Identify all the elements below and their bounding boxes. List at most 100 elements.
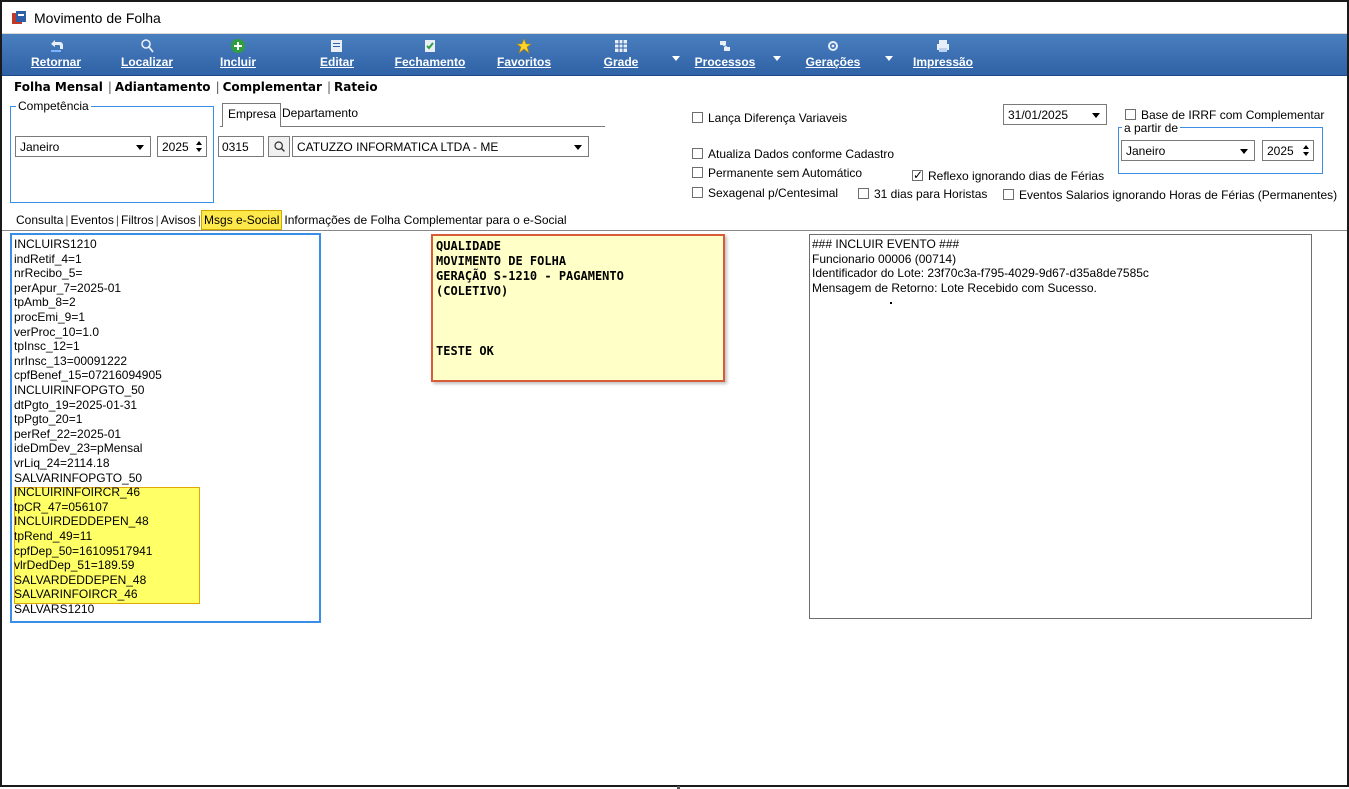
list-item[interactable]: dtPgto_19=2025-01-31: [14, 398, 137, 413]
list-item[interactable]: cpfDep_50=16109517941: [14, 544, 152, 559]
list-item[interactable]: INCLUIRINFOPGTO_50: [14, 383, 144, 398]
main-tabs: Folha Mensal | Adiantamento | Complementar | R…: [14, 80, 380, 100]
fechamento-button[interactable]: Fechamento: [388, 34, 472, 76]
sexagenal-checkbox[interactable]: Sexagenal p/Centesimal: [692, 186, 838, 200]
spin-down-icon[interactable]: [196, 148, 202, 152]
checkbox-box: [858, 188, 869, 199]
msgs-esocial-list[interactable]: INCLUIRS1210 indRetif_4=1 nrRecibo_5= perAp…: [10, 233, 321, 623]
printer-icon: [937, 40, 949, 52]
list-item[interactable]: tpRend_49=11: [14, 529, 92, 544]
sub-tabs: Consulta | Eventos | Filtros | Avisos | Msgs e-S…: [14, 210, 569, 230]
localizar-button[interactable]: Localizar: [114, 34, 180, 76]
list-item[interactable]: SALVARINFOIRCR_46: [14, 587, 138, 602]
note-line: [436, 299, 720, 314]
atualiza-dados-checkbox[interactable]: Atualiza Dados conforme Cadastro: [692, 147, 894, 161]
permanente-checkbox[interactable]: Permanente sem Automático: [692, 166, 862, 180]
checkbox-box: [692, 187, 703, 198]
lanca-diferenca-checkbox[interactable]: Lança Diferença Variaveis: [692, 111, 847, 125]
tab-folha-mensal[interactable]: Folha Mensal: [14, 80, 103, 94]
favoritos-button[interactable]: Favoritos: [492, 34, 556, 76]
list-item[interactable]: INCLUIRS1210: [14, 237, 97, 252]
reflexo-checkbox[interactable]: Reflexo ignorando dias de Férias: [912, 168, 1104, 183]
empresa-name-select[interactable]: CATUZZO INFORMATICA LTDA - ME: [292, 136, 589, 157]
list-item[interactable]: vrLiq_24=2114.18: [14, 456, 110, 471]
competencia-year-spinner[interactable]: 2025: [157, 136, 207, 157]
note-line: MOVIMENTO DE FOLHA: [436, 254, 567, 268]
list-item[interactable]: INCLUIRINFOIRCR_46: [14, 485, 140, 500]
search-icon: [141, 39, 154, 53]
a-partir-year-spinner[interactable]: 2025: [1262, 140, 1314, 161]
search-icon: [274, 141, 285, 152]
tab-filtros[interactable]: Filtros: [119, 211, 156, 229]
title-bar: Movimento de Folha: [2, 2, 1347, 34]
tab-departamento[interactable]: Departamento: [282, 106, 358, 120]
tab-avisos[interactable]: Avisos: [159, 211, 198, 229]
dias31-checkbox[interactable]: 31 dias para Horistas: [858, 187, 987, 201]
date-select[interactable]: 31/01/2025: [1003, 104, 1107, 125]
edit-icon: [331, 40, 342, 52]
empresa-code-field[interactable]: 0315: [218, 136, 264, 157]
tab-info-folha-complementar[interactable]: Informações de Folha Complementar para o…: [282, 211, 568, 229]
tab-complementar[interactable]: Complementar: [223, 80, 322, 94]
list-item[interactable]: indRetif_4=1: [14, 252, 82, 267]
list-item[interactable]: verProc_10=1.0: [14, 325, 99, 340]
list-item[interactable]: tpPgto_20=1: [14, 412, 82, 427]
tab-rateio[interactable]: Rateio: [334, 80, 378, 94]
a-partir-month-select[interactable]: Janeiro: [1121, 140, 1255, 161]
window-title: Movimento de Folha: [34, 10, 161, 26]
app-icon: [12, 11, 26, 24]
note-lines: QUALIDADE MOVIMENTO DE FOLHA GERAÇÃO S-121…: [436, 239, 720, 359]
processos-button[interactable]: Processos: [690, 34, 760, 76]
list-item[interactable]: cpfBenef_15=07216094905: [14, 368, 162, 383]
retornar-button[interactable]: Retornar: [24, 34, 88, 76]
list-item[interactable]: procEmi_9=1: [14, 310, 85, 325]
checkbox-box: [692, 112, 703, 123]
list-item[interactable]: tpAmb_8=2: [14, 295, 76, 310]
spin-up-icon[interactable]: [1303, 145, 1309, 149]
list-item[interactable]: ideDmDev_23=pMensal: [14, 441, 142, 456]
geracoes-button[interactable]: Gerações: [800, 34, 866, 76]
chevron-down-icon: [136, 145, 144, 150]
tab-consulta[interactable]: Consulta: [14, 211, 65, 229]
eventos-salarios-checkbox[interactable]: Eventos Salarios ignorando Horas de Féri…: [1003, 188, 1337, 202]
star-icon: [516, 38, 532, 54]
return-icon: [51, 40, 63, 52]
list-item[interactable]: INCLUIRDEDDEPEN_48: [14, 514, 149, 529]
list-item[interactable]: perApur_7=2025-01: [14, 281, 121, 296]
spin-up-icon[interactable]: [196, 141, 202, 145]
list-item[interactable]: tpCR_47=056107: [14, 500, 108, 515]
editar-button[interactable]: Editar: [313, 34, 361, 76]
tab-separator: |: [326, 80, 331, 94]
list-item[interactable]: nrRecibo_5=: [14, 266, 82, 281]
tab-eventos[interactable]: Eventos: [69, 211, 116, 229]
incluir-button[interactable]: Incluir: [214, 34, 262, 76]
note-line: [436, 329, 720, 344]
tab-adiantamento[interactable]: Adiantamento: [115, 80, 211, 94]
base-irrf-checkbox[interactable]: Base de IRRF com Complementar: [1125, 108, 1324, 122]
processos-dropdown-arrow[interactable]: [672, 56, 680, 61]
list-item[interactable]: SALVARDEDDEPEN_48: [14, 573, 146, 588]
tab-empresa[interactable]: Empresa: [222, 103, 282, 127]
tab-msgs-esocial[interactable]: Msgs e-Social: [201, 210, 283, 230]
impressao-button[interactable]: Impressão: [906, 34, 980, 76]
chevron-down-icon: [574, 145, 582, 150]
list-item[interactable]: SALVARINFOPGTO_50: [14, 471, 142, 486]
note-line: TESTE OK: [436, 344, 494, 358]
list-item[interactable]: tpInsc_12=1: [14, 339, 80, 354]
toolbar: Retornar Localizar Incluir Editar Fecham…: [2, 34, 1347, 76]
list-item[interactable]: nrInsc_13=00091222: [14, 354, 127, 369]
competencia-legend: Competência: [16, 99, 91, 113]
spin-down-icon[interactable]: [1303, 152, 1309, 156]
list-item[interactable]: perRef_22=2025-01: [14, 427, 121, 442]
checkbox-box: [692, 167, 703, 178]
processos-menu-arrow[interactable]: [773, 56, 781, 61]
grade-button[interactable]: Grade: [596, 34, 646, 76]
list-item[interactable]: SALVARS1210: [14, 602, 94, 617]
checkbox-box: [1125, 109, 1136, 120]
list-item[interactable]: vlrDedDep_51=189.59: [14, 558, 134, 573]
empresa-search-button[interactable]: [268, 136, 290, 157]
return-message-memo[interactable]: ### INCLUIR EVENTO ### Funcionario 00006 …: [809, 234, 1312, 619]
add-icon: [231, 39, 245, 53]
competencia-month-select[interactable]: Janeiro: [15, 136, 151, 157]
geracoes-menu-arrow[interactable]: [885, 56, 893, 61]
